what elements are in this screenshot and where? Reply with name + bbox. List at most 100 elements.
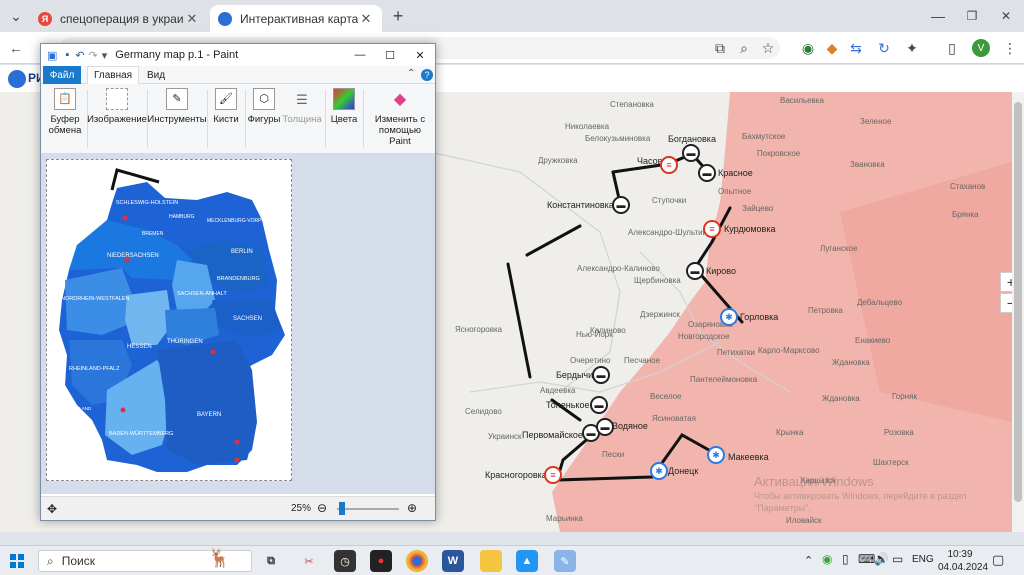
zoom-out-button[interactable]: ⊖ [317, 501, 327, 515]
bookmark-star-icon[interactable]: ☆ [756, 32, 780, 64]
troops-marker-icon[interactable]: ▬ [592, 366, 610, 384]
troops-marker-icon[interactable]: ▬ [596, 418, 614, 436]
tray-tablet-icon[interactable]: ▯ [842, 552, 849, 566]
brushes-button[interactable]: 🖌 Кисти [209, 88, 243, 150]
size-button[interactable]: ☰ Толщина [281, 88, 323, 150]
colors-button[interactable]: Цвета [327, 88, 361, 150]
undo-icon[interactable]: ↶ [75, 49, 84, 62]
extension-fox-icon[interactable]: ◆ [820, 32, 844, 64]
photos-icon[interactable]: ▲ [516, 550, 538, 572]
paint-taskbar-icon[interactable]: ✎ [554, 550, 576, 572]
media-app-icon[interactable]: ● [370, 550, 392, 572]
paint-ribbon: 📋 Буфер обмена Изображение ✎ Инструменты… [41, 84, 435, 154]
town-label: Петровка [808, 306, 843, 315]
edit-with-paint3d-button[interactable]: ◆ Изменить с помощью Paint [367, 88, 433, 150]
town-label: Степановка [610, 100, 654, 109]
browser-menu-icon[interactable]: ⋮ [998, 32, 1022, 64]
start-windows-icon[interactable] [10, 554, 24, 568]
snipping-tool-icon[interactable]: ✂ [298, 550, 320, 572]
language-indicator[interactable]: ENG [912, 554, 934, 565]
minimize-window-button[interactable]: — [926, 4, 950, 28]
chrome-icon[interactable] [406, 550, 428, 572]
notifications-icon[interactable]: ▢ [992, 552, 1004, 568]
town-label: Иловайск [786, 516, 822, 525]
word-icon[interactable]: W [442, 550, 464, 572]
image-button[interactable]: Изображение [87, 88, 147, 150]
browser-tab-1[interactable]: Я спецоперация в украине — Я ✕ [30, 5, 208, 32]
home-tab[interactable]: Главная [87, 66, 140, 84]
explosion-marker-icon[interactable]: ✱ [720, 308, 738, 326]
artillery-marker-icon[interactable]: ≡ [544, 466, 562, 484]
page-scrollbar[interactable] [1012, 92, 1024, 532]
save-icon[interactable]: ▪ [65, 49, 69, 61]
troops-marker-icon[interactable]: ▬ [682, 144, 700, 162]
install-app-icon[interactable]: ⧉ [708, 32, 732, 64]
browser-tab-2[interactable]: Интерактивная карта спецопе ✕ [210, 5, 382, 32]
task-view-icon[interactable]: ⧉ [260, 550, 282, 572]
taskbar-clock[interactable]: 10:39 04.04.2024 [938, 548, 989, 574]
scrollbar-thumb[interactable] [1014, 102, 1022, 502]
file-explorer-icon[interactable] [480, 550, 502, 572]
battery-icon[interactable]: ▭ [892, 552, 903, 566]
extensions-puzzle-icon[interactable]: ✦ [900, 32, 924, 64]
troops-marker-icon[interactable]: ▬ [612, 196, 630, 214]
region-label: HAMBURG [169, 214, 195, 220]
file-menu-tab[interactable]: Файл [43, 66, 81, 84]
tab-search-icon[interactable]: ⌄ [4, 4, 28, 28]
tray-app-icon[interactable]: ◉ [822, 552, 832, 566]
close-window-button[interactable]: ✕ [994, 4, 1018, 28]
explosion-marker-icon[interactable]: ✱ [707, 446, 725, 464]
shapes-button[interactable]: ⬡ Фигуры [247, 88, 281, 150]
zoom-icon[interactable]: ⌕ [732, 32, 756, 64]
clock-app-icon[interactable]: ◷ [334, 550, 356, 572]
town-label: Украинск [488, 432, 522, 441]
region-label: NIEDERSACHSEN [107, 253, 159, 259]
new-tab-button[interactable]: + [386, 4, 410, 28]
troops-marker-icon[interactable]: ▬ [686, 262, 704, 280]
extension-translate-icon[interactable]: ⇆ [844, 32, 868, 64]
help-icon[interactable]: ? [421, 69, 433, 81]
redo-icon[interactable]: ↷ [89, 49, 98, 62]
city-label: Красногоровка [485, 470, 547, 480]
explosion-marker-icon[interactable]: ✱ [650, 462, 668, 480]
volume-icon[interactable]: 🔊 [874, 552, 889, 566]
zoom-slider-track[interactable] [337, 508, 399, 510]
collapse-ribbon-icon[interactable]: ⌃ [407, 68, 415, 79]
clipboard-button[interactable]: 📋 Буфер обмена [45, 88, 85, 150]
clock-date: 04.04.2024 [938, 562, 989, 573]
artillery-marker-icon[interactable]: ≡ [703, 220, 721, 238]
paint-maximize-button[interactable]: ☐ [375, 49, 405, 62]
zoom-in-button[interactable]: ⊕ [407, 501, 417, 515]
windows-activation-subtitle: Чтобы активировать Windows, перейдите в … [754, 491, 967, 513]
zoom-slider-thumb[interactable] [339, 502, 345, 515]
town-label: Опытное [718, 187, 752, 196]
tab-title: Интерактивная карта спецопе [240, 11, 358, 26]
extension-sync-icon[interactable]: ↻ [872, 32, 896, 64]
side-panel-icon[interactable]: ▯ [940, 32, 964, 64]
town-label: Стаханов [950, 182, 986, 191]
paint-close-button[interactable]: ✕ [405, 49, 435, 62]
region-label: MECKLENBURG-VORPOMMERN [207, 218, 285, 224]
extension-vpn-icon[interactable]: ◉ [796, 32, 820, 64]
paint-minimize-button[interactable]: — [345, 49, 375, 61]
troops-marker-icon[interactable]: ▬ [590, 396, 608, 414]
town-label: Луганское [820, 244, 858, 253]
close-tab-icon[interactable]: ✕ [358, 11, 374, 27]
profile-avatar[interactable]: V [972, 39, 990, 57]
town-label: Петихатки [717, 348, 755, 357]
restore-window-button[interactable]: ❐ [960, 4, 984, 28]
troops-marker-icon[interactable]: ▬ [698, 164, 716, 182]
close-tab-icon[interactable]: ✕ [184, 11, 200, 27]
back-arrow-icon[interactable]: ← [4, 32, 28, 64]
artillery-marker-icon[interactable]: ≡ [660, 156, 678, 174]
ria-logo-icon[interactable] [8, 70, 26, 88]
region-label: BRANDENBURG [217, 276, 260, 282]
ribbon-label: Инструменты [147, 114, 207, 125]
network-icon[interactable]: ⌨ [858, 552, 875, 566]
germany-map-image[interactable]: SCHLESWIG-HOLSTEIN HAMBURG MECKLENBURG-V… [46, 159, 292, 481]
tray-overflow-icon[interactable]: ⌃ [804, 554, 813, 567]
tools-button[interactable]: ✎ Инструменты [147, 88, 207, 150]
search-highlight-deer-icon[interactable]: 🦌 [208, 548, 230, 569]
quick-access-dropdown-icon[interactable]: ▾ [102, 49, 108, 62]
view-tab[interactable]: Вид [141, 66, 171, 84]
